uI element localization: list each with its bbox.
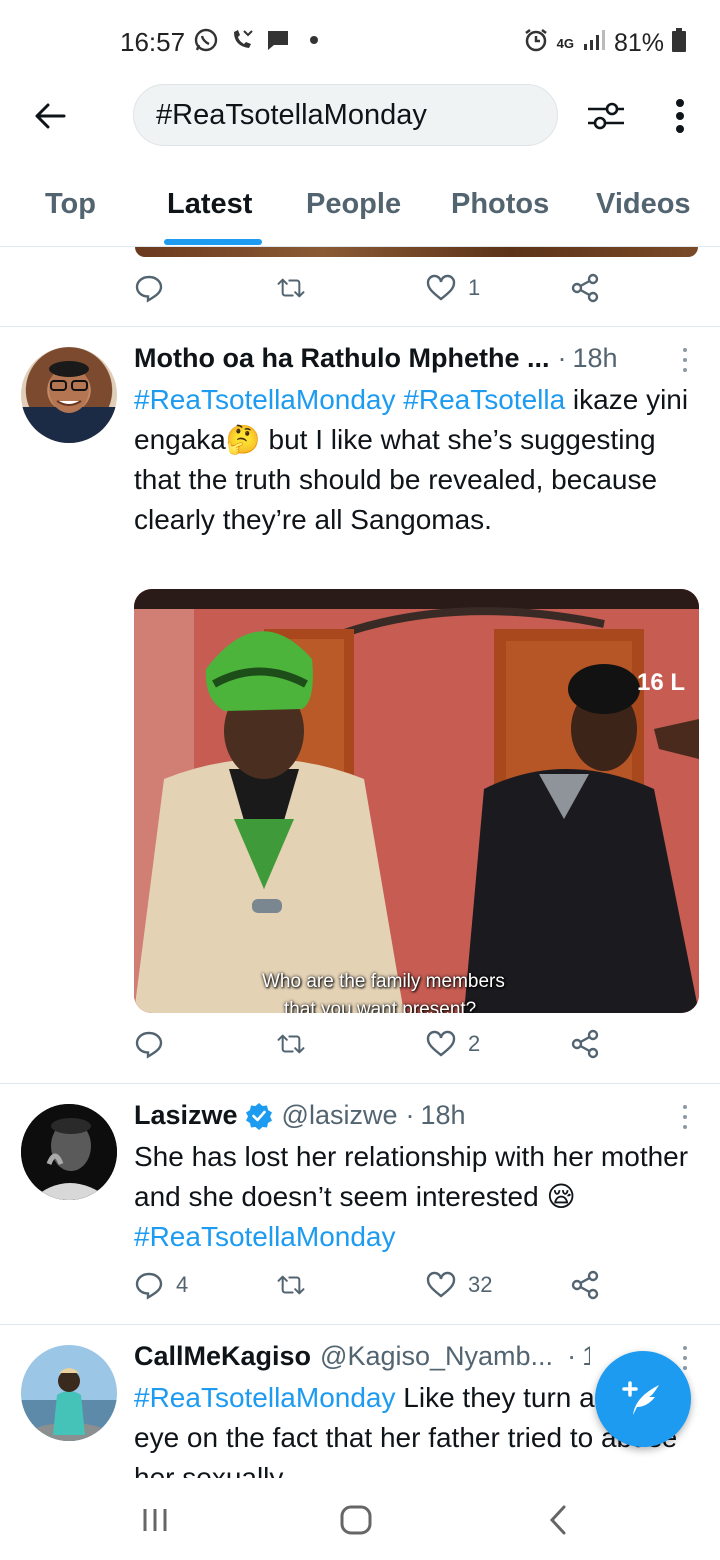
search-query: #ReaTsotellaMonday bbox=[156, 98, 427, 131]
battery-icon bbox=[672, 28, 686, 59]
status-time: 16:57 bbox=[120, 27, 186, 57]
tab-people[interactable]: People bbox=[306, 188, 401, 221]
like-button[interactable]: 32 bbox=[426, 1270, 492, 1300]
share-icon[interactable] bbox=[570, 1270, 600, 1300]
wifi-call-icon bbox=[229, 27, 255, 53]
avatar[interactable] bbox=[21, 347, 117, 443]
tweet-header: CallMeKagiso @Kagiso_Nyamb... · 18h bbox=[134, 1341, 590, 1372]
tweet-actions: 4 32 bbox=[134, 1270, 614, 1310]
home-icon[interactable] bbox=[336, 1500, 376, 1540]
reply-icon bbox=[135, 1272, 163, 1300]
back-arrow-icon[interactable] bbox=[28, 94, 72, 138]
back-icon[interactable] bbox=[538, 1500, 578, 1540]
previous-tweet-actions: 1 bbox=[134, 273, 614, 313]
tweet-actions: 2 bbox=[134, 1029, 614, 1069]
like-button[interactable]: 1 bbox=[426, 273, 480, 303]
status-right: 4G 81% bbox=[523, 27, 686, 60]
avatar[interactable] bbox=[21, 1345, 117, 1441]
display-name[interactable]: Motho oa ha Rathulo Mphethe ... bbox=[134, 343, 549, 374]
thinking-emoji-icon: 🤔 bbox=[225, 424, 261, 455]
like-count: 1 bbox=[468, 275, 481, 300]
whatsapp-icon bbox=[193, 27, 219, 53]
tab-top[interactable]: Top bbox=[45, 188, 96, 221]
status-bar: 16:57 4G 81% bbox=[0, 0, 720, 84]
like-icon bbox=[426, 1030, 456, 1057]
tweet-photo bbox=[134, 589, 699, 1013]
search-header: #ReaTsotellaMonday bbox=[0, 84, 720, 148]
tab-latest[interactable]: Latest bbox=[167, 188, 252, 221]
like-icon bbox=[426, 1271, 456, 1298]
tweet-time[interactable]: 18h bbox=[572, 343, 617, 374]
tweet-text-part: She has lost her relationship with her m… bbox=[134, 1141, 689, 1212]
like-icon bbox=[426, 274, 456, 301]
display-name[interactable]: Lasizwe bbox=[134, 1100, 238, 1131]
tweet-header: Motho oa ha Rathulo Mphethe ... · 18h bbox=[134, 343, 670, 374]
compose-tweet-button[interactable] bbox=[595, 1351, 691, 1447]
like-count: 2 bbox=[468, 1031, 481, 1056]
verified-icon bbox=[245, 1102, 273, 1130]
tweet-more-icon[interactable] bbox=[680, 348, 690, 378]
retweet-icon[interactable] bbox=[276, 1270, 306, 1300]
separator-dot: · bbox=[557, 343, 567, 373]
media-caption: that you want present? bbox=[284, 999, 477, 1013]
notification-icons bbox=[193, 27, 327, 53]
reply-count: 4 bbox=[176, 1272, 189, 1297]
message-icon bbox=[265, 27, 291, 53]
hashtag-link[interactable]: #ReaTsotellaMonday bbox=[134, 1382, 396, 1413]
tweet-media[interactable]: Who are the family members that you want… bbox=[134, 589, 699, 1013]
share-icon[interactable] bbox=[570, 1029, 600, 1059]
hashtag-link[interactable]: #ReaTsotellaMonday bbox=[134, 384, 396, 415]
like-button[interactable]: 2 bbox=[426, 1029, 480, 1059]
network-type: 4G bbox=[556, 36, 574, 51]
signal-icon bbox=[582, 29, 606, 58]
dot-icon bbox=[301, 27, 327, 53]
reply-button[interactable]: 4 bbox=[134, 1270, 188, 1300]
active-tab-indicator bbox=[164, 239, 262, 245]
tweet-text: #ReaTsotellaMonday #ReaTsotella ikaze yi… bbox=[134, 380, 694, 540]
tweet-text: She has lost her relationship with her m… bbox=[134, 1137, 694, 1257]
display-name[interactable]: CallMeKagiso bbox=[134, 1341, 311, 1372]
retweet-icon[interactable] bbox=[276, 273, 306, 303]
tweet-time[interactable]: 18h bbox=[420, 1100, 465, 1131]
alarm-icon bbox=[523, 27, 549, 60]
share-icon[interactable] bbox=[570, 273, 600, 303]
recent-apps-icon[interactable] bbox=[135, 1500, 175, 1540]
separator-dot: · bbox=[405, 1100, 415, 1130]
system-nav-bar bbox=[0, 1478, 720, 1560]
filter-icon[interactable] bbox=[582, 92, 630, 140]
like-count: 32 bbox=[468, 1272, 493, 1297]
search-input[interactable]: #ReaTsotellaMonday bbox=[133, 84, 558, 146]
reply-icon[interactable] bbox=[134, 1029, 164, 1059]
tab-photos[interactable]: Photos bbox=[451, 188, 549, 221]
battery-percent: 81% bbox=[613, 29, 664, 57]
user-handle[interactable]: @Kagiso_Nyamb... bbox=[320, 1341, 553, 1372]
previous-tweet-media[interactable] bbox=[135, 247, 698, 257]
more-icon[interactable] bbox=[660, 92, 700, 140]
separator-dot: · bbox=[567, 1341, 577, 1371]
tweet-header: Lasizwe @lasizwe · 18h bbox=[134, 1100, 670, 1131]
user-handle[interactable]: @lasizwe bbox=[282, 1100, 398, 1131]
tweet-more-icon[interactable] bbox=[680, 1105, 690, 1135]
retweet-icon[interactable] bbox=[276, 1029, 306, 1059]
hashtag-link[interactable]: #ReaTsotellaMonday bbox=[134, 1221, 396, 1252]
media-caption: Who are the family members bbox=[262, 971, 505, 992]
search-tabs: Top Latest People Photos Videos bbox=[0, 170, 720, 247]
tab-videos[interactable]: Videos bbox=[596, 188, 691, 221]
compose-icon bbox=[622, 1381, 659, 1415]
tweet-time[interactable]: 18h bbox=[582, 1341, 590, 1372]
hashtag-link[interactable]: #ReaTsotella bbox=[403, 384, 565, 415]
sleepy-emoji-icon: 😪 bbox=[546, 1181, 576, 1212]
age-rating-badge: 16 L bbox=[637, 669, 686, 696]
reply-icon[interactable] bbox=[134, 273, 164, 303]
avatar[interactable] bbox=[21, 1104, 117, 1200]
